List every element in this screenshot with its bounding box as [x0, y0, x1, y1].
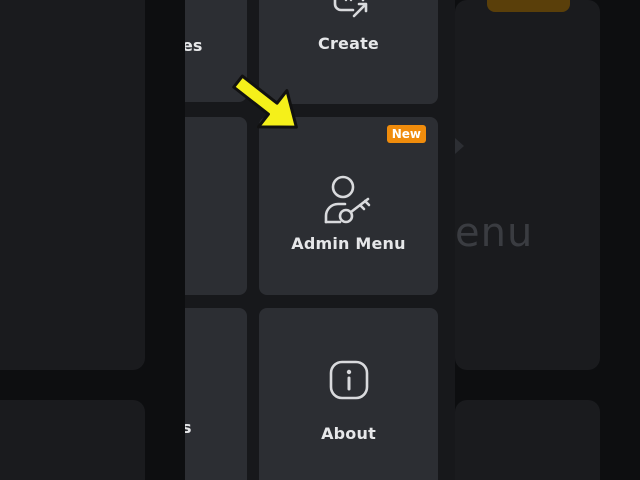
- background-menu-text: enu: [455, 210, 534, 256]
- tile-partial-bottom-left[interactable]: [185, 308, 247, 480]
- pointer-arrow: [232, 74, 298, 129]
- tile-partial-label: es: [185, 36, 203, 55]
- admin-menu-label: Admin Menu: [291, 233, 406, 253]
- background-tile: [0, 400, 145, 480]
- phone-screen: es s Create New Admin Menu About: [185, 0, 455, 480]
- admin-menu-tile[interactable]: New Admin Menu: [259, 117, 438, 295]
- tile-partial-label: s: [185, 418, 192, 437]
- info-icon: [329, 360, 368, 400]
- about-tile[interactable]: About: [259, 308, 438, 480]
- admin-key-icon: [324, 175, 370, 223]
- about-label: About: [321, 424, 376, 443]
- new-badge: New: [386, 125, 426, 143]
- tile-partial-middle-left[interactable]: [185, 117, 247, 295]
- background-tile: [455, 0, 600, 370]
- background-tile: [455, 400, 600, 480]
- background-caret: [455, 138, 464, 154]
- background-tile: [0, 0, 145, 370]
- create-label: Create: [318, 34, 379, 53]
- background-badge: [487, 0, 570, 12]
- create-icon: [333, 0, 367, 18]
